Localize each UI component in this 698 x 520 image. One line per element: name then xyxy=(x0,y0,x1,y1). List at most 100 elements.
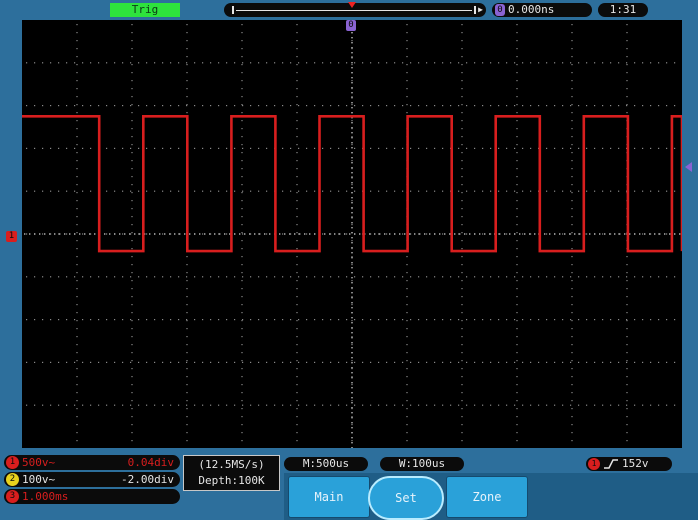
grid-dot xyxy=(571,424,573,426)
grid-dot xyxy=(506,62,508,64)
grid-dot xyxy=(241,72,243,74)
grid-dot xyxy=(674,147,676,149)
grid-dot xyxy=(426,147,428,149)
grid-dot xyxy=(66,319,68,321)
grid-dot xyxy=(410,276,412,278)
grid-dot xyxy=(522,190,524,192)
grid-dot xyxy=(346,105,348,107)
grid-dot xyxy=(34,190,36,192)
center-axis-dot xyxy=(351,412,353,414)
grid-dot xyxy=(354,361,356,363)
grid-dot xyxy=(122,190,124,192)
center-axis-dot xyxy=(134,233,136,235)
grid-dot xyxy=(131,368,133,370)
grid-dot xyxy=(626,288,628,290)
grid-dot xyxy=(538,105,540,107)
ch1-ground-marker-icon[interactable]: 1 xyxy=(6,231,17,242)
grid-dot xyxy=(194,62,196,64)
grid-dot xyxy=(351,304,353,306)
grid-dot xyxy=(131,296,133,298)
grid-dot xyxy=(602,319,604,321)
grid-dot xyxy=(378,276,380,278)
grid-dot xyxy=(250,404,252,406)
grid-dot xyxy=(461,40,463,42)
grid-dot xyxy=(162,190,164,192)
time-position-bar[interactable]: ▶ xyxy=(224,2,486,17)
grid-dot xyxy=(626,40,628,42)
grid-dot xyxy=(122,233,124,235)
grid-dot xyxy=(626,408,628,410)
grid-dot xyxy=(394,147,396,149)
grid-dot xyxy=(516,264,518,266)
grid-dot xyxy=(571,344,573,346)
grid-dot xyxy=(626,361,628,363)
grid-dot xyxy=(538,276,540,278)
grid-dot xyxy=(314,361,316,363)
grid-dot xyxy=(186,264,188,266)
menu-zone-button[interactable]: Zone xyxy=(446,476,528,518)
grid-dot xyxy=(234,62,236,64)
time-position-pointer-icon[interactable] xyxy=(348,2,356,8)
grid-dot xyxy=(571,24,573,26)
grid-dot xyxy=(514,361,516,363)
grid-dot xyxy=(516,120,518,122)
grid-dot xyxy=(82,319,84,321)
grid-dot xyxy=(186,319,188,321)
menu-main-button[interactable]: Main xyxy=(288,476,370,518)
grid-dot xyxy=(314,276,316,278)
grid-dot xyxy=(76,72,78,74)
grid-dot xyxy=(76,192,78,194)
center-axis-dot xyxy=(524,233,526,235)
grid-dot xyxy=(154,319,156,321)
grid-dot xyxy=(106,190,108,192)
grid-dot xyxy=(406,408,408,410)
grid-dot xyxy=(442,62,444,64)
grid-dot xyxy=(66,276,68,278)
grid-dot xyxy=(562,276,564,278)
center-axis-dot xyxy=(104,233,106,235)
center-axis-dot xyxy=(224,233,226,235)
grid-dot xyxy=(370,147,372,149)
grid-dot xyxy=(458,105,460,107)
grid-dot xyxy=(131,256,133,258)
grid-dot xyxy=(570,147,572,149)
center-axis-dot xyxy=(44,233,46,235)
grid-dot xyxy=(130,404,132,406)
grid-dot xyxy=(354,276,356,278)
grid-dot xyxy=(402,361,404,363)
grid-dot xyxy=(490,105,492,107)
sample-rate: (12.5MS/s) xyxy=(198,458,265,471)
grid-dot xyxy=(131,408,133,410)
grid-dot xyxy=(82,233,84,235)
grid-dot xyxy=(586,147,588,149)
grid-dot xyxy=(170,62,172,64)
grid-dot xyxy=(74,276,76,278)
center-axis-dot xyxy=(434,233,436,235)
grid-dot xyxy=(296,144,298,146)
grid-dot xyxy=(241,216,243,218)
grid-dot xyxy=(386,361,388,363)
center-axis-dot xyxy=(351,137,353,139)
grid-dot xyxy=(298,276,300,278)
grid-dot xyxy=(338,62,340,64)
trigger-level-marker-icon[interactable] xyxy=(685,162,692,172)
grid-dot xyxy=(296,320,298,322)
grid-dot xyxy=(186,336,188,338)
grid-dot xyxy=(410,147,412,149)
grid-dot xyxy=(234,147,236,149)
grid-dot xyxy=(514,276,516,278)
grid-dot xyxy=(406,256,408,258)
grid-dot xyxy=(242,276,244,278)
grid-dot xyxy=(602,147,604,149)
grid-dot xyxy=(76,32,78,34)
grid-dot xyxy=(330,62,332,64)
grid-dot xyxy=(258,190,260,192)
grid-dot xyxy=(131,104,133,106)
grid-dot xyxy=(626,336,628,338)
center-axis-dot xyxy=(404,233,406,235)
menu-set-button[interactable]: Set xyxy=(368,476,444,520)
grid-dot xyxy=(226,404,228,406)
grid-dot xyxy=(571,336,573,338)
grid-dot xyxy=(186,288,188,290)
grid-dot xyxy=(406,112,408,114)
